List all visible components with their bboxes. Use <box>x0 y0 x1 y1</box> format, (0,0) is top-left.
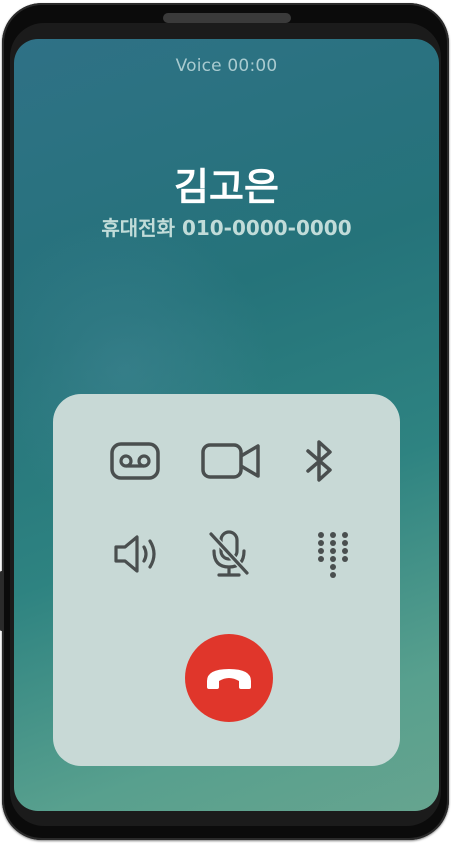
call-controls-panel <box>53 394 400 766</box>
dialpad-icon <box>318 532 348 578</box>
microphone-off-icon <box>208 530 250 577</box>
phone-hangup-icon <box>207 669 251 689</box>
call-screen: Voice 00:00 김고은 휴대전화 010-0000-0000 <box>14 39 439 811</box>
keypad-button[interactable] <box>298 524 368 584</box>
end-call-button[interactable] <box>185 634 273 722</box>
voicemail-button[interactable] <box>100 431 170 491</box>
earpiece-speaker <box>163 13 291 23</box>
video-camera-icon <box>201 443 260 479</box>
voicemail-icon <box>110 442 160 480</box>
caller-number: 휴대전화 010-0000-0000 <box>101 216 352 240</box>
speaker-button[interactable] <box>103 524 173 584</box>
mute-button[interactable] <box>194 524 264 584</box>
side-button <box>0 571 3 631</box>
video-call-button[interactable] <box>196 431 266 491</box>
caller-name: 김고은 <box>174 165 279 209</box>
bluetooth-icon <box>306 440 332 482</box>
call-status: Voice 00:00 <box>175 56 278 76</box>
speaker-volume-icon <box>114 535 156 573</box>
bluetooth-button[interactable] <box>285 431 355 491</box>
